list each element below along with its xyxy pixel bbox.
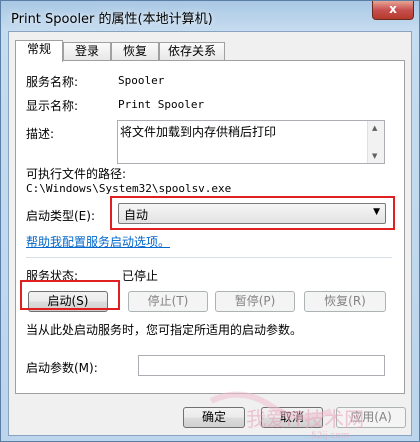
close-icon: x	[389, 2, 397, 16]
title-bar[interactable]: Print Spooler 的属性(本地计算机) x	[1, 1, 419, 31]
highlight-start-button	[20, 280, 120, 310]
properties-window: Print Spooler 的属性(本地计算机) x 常规 登录 恢复 依存关系…	[0, 0, 420, 442]
scroll-up-icon[interactable]: ▲	[372, 124, 377, 132]
service-name-value: Spooler	[118, 74, 165, 87]
display-name-value: Print Spooler	[118, 98, 205, 111]
help-configure-link[interactable]: 帮助我配置服务启动选项。	[26, 233, 170, 250]
tab-logon[interactable]: 登录	[63, 42, 111, 61]
description-box[interactable]: 将文件加载到内存供稍后打印 ▲ ▼	[117, 120, 385, 164]
highlight-startup-type	[110, 196, 395, 230]
close-button[interactable]: x	[372, 1, 414, 20]
start-params-label: 启动参数(M):	[26, 361, 98, 375]
separator	[26, 257, 392, 258]
exe-path-label: 可执行文件的路径:	[26, 167, 127, 181]
tab-general[interactable]: 常规	[15, 40, 63, 62]
start-params-input[interactable]	[138, 355, 385, 376]
ok-button[interactable]: 确定	[183, 407, 245, 428]
description-scrollbar[interactable]: ▲ ▼	[367, 121, 384, 163]
tab-recovery[interactable]: 恢复	[111, 42, 159, 61]
resume-button[interactable]: 恢复(R)	[304, 291, 386, 312]
tab-dependencies[interactable]: 依存关系	[159, 42, 225, 61]
pause-button[interactable]: 暂停(P)	[215, 291, 295, 312]
service-status-value: 已停止	[122, 269, 159, 283]
start-params-hint: 当从此处启动服务时，您可指定所适用的启动参数。	[26, 323, 303, 337]
apply-button[interactable]: 应用(A)	[336, 407, 406, 428]
description-text: 将文件加载到内存供稍后打印	[120, 125, 277, 139]
service-name-label: 服务名称:	[26, 75, 79, 89]
stop-button[interactable]: 停止(T)	[128, 291, 208, 312]
cancel-button[interactable]: 取消	[261, 407, 323, 428]
description-label: 描述:	[26, 127, 55, 141]
scroll-down-icon[interactable]: ▼	[372, 152, 377, 160]
general-panel: 服务名称: Spooler 显示名称: Print Spooler 描述: 将文…	[15, 60, 405, 394]
window-title: Print Spooler 的属性(本地计算机)	[11, 12, 213, 27]
display-name-label: 显示名称:	[26, 99, 79, 113]
exe-path-value: C:\Windows\System32\spoolsv.exe	[26, 182, 232, 195]
dialog-client: 常规 登录 恢复 依存关系 服务名称: Spooler 显示名称: Print …	[8, 31, 412, 436]
startup-type-label: 启动类型(E):	[26, 209, 95, 223]
